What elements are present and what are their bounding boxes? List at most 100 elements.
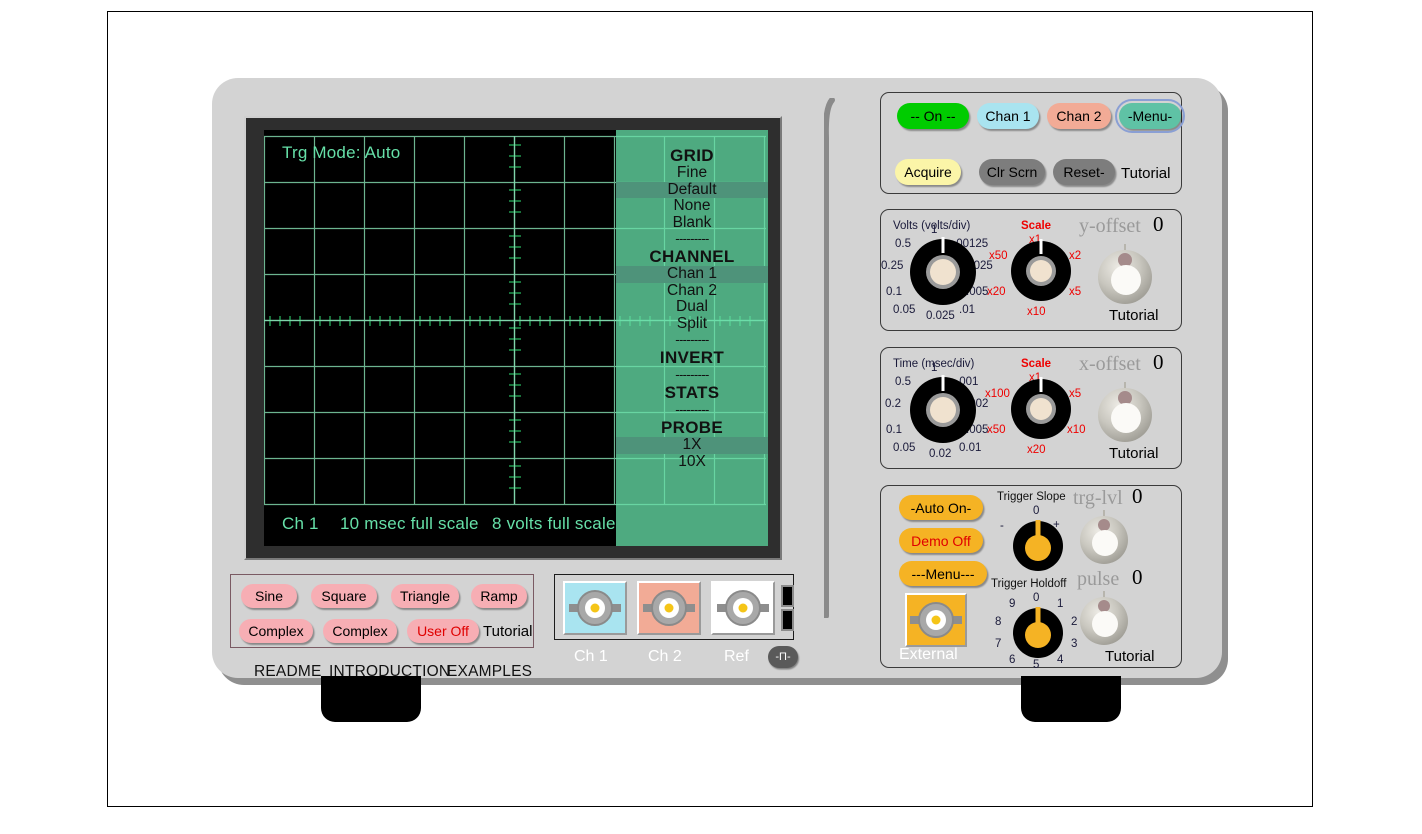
waveform-button-square[interactable]: Square bbox=[311, 584, 377, 608]
menu-heading-invert[interactable]: INVERT bbox=[616, 348, 768, 367]
pulse-value: 0 bbox=[1132, 565, 1143, 589]
ground-terminal-bottom[interactable] bbox=[781, 609, 794, 631]
trigger-auto-button[interactable]: -Auto On- bbox=[899, 495, 983, 520]
menu-item-chan-2[interactable]: Chan 2 bbox=[616, 282, 768, 300]
menu-heading-grid: GRID bbox=[670, 146, 714, 165]
waveform-button-complex-2[interactable]: Complex bbox=[323, 619, 397, 643]
trigger-mode-readout: Trg Mode: Auto bbox=[282, 143, 401, 162]
x-offset-label: x-offset bbox=[1079, 353, 1141, 375]
menu-item-default[interactable]: Default bbox=[616, 181, 768, 198]
trigger-tutorial-link[interactable]: Tutorial bbox=[1105, 648, 1154, 665]
trigger-menu-button[interactable]: ---Menu--- bbox=[899, 561, 987, 586]
trigger-level-label: trg-lvl bbox=[1073, 487, 1123, 509]
volts-scale-x20: x20 bbox=[987, 286, 1006, 298]
calibration-square-wave-button[interactable]: -Π- bbox=[768, 646, 798, 668]
display-button-on[interactable]: -- On -- bbox=[897, 103, 969, 129]
doc-link-introduction[interactable]: INTRODUCTION bbox=[329, 663, 450, 681]
slope-tick-minus: - bbox=[1000, 520, 1004, 532]
volts-per-div-knob[interactable] bbox=[907, 236, 979, 313]
display-tutorial-link[interactable]: Tutorial bbox=[1121, 165, 1170, 182]
y-offset-value: 0 bbox=[1153, 212, 1164, 236]
external-trigger-label: External bbox=[899, 646, 958, 663]
bnc-connector-panel bbox=[554, 574, 794, 640]
trigger-level-knob[interactable] bbox=[1076, 510, 1132, 571]
slope-tick-0: 0 bbox=[1033, 505, 1040, 517]
doc-link-examples[interactable]: EXAMPLES bbox=[447, 663, 532, 681]
bnc-socket-ref[interactable] bbox=[711, 581, 775, 635]
volts-scale-x50: x50 bbox=[989, 250, 1008, 262]
bnc-label-ch1: Ch 1 bbox=[574, 648, 608, 665]
crt-bezel: GRID Fine Default None Blank --------- C… bbox=[244, 116, 782, 560]
demo-mode-button[interactable]: Demo Off bbox=[899, 528, 983, 553]
display-button-chan-1[interactable]: Chan 1 bbox=[977, 103, 1039, 129]
display-button-chan-2[interactable]: Chan 2 bbox=[1047, 103, 1111, 129]
pulse-label: pulse bbox=[1077, 568, 1120, 590]
time-per-div-knob[interactable] bbox=[907, 374, 979, 451]
display-button-menu[interactable]: -Menu- bbox=[1115, 99, 1185, 133]
waveform-button-complex-1[interactable]: Complex bbox=[239, 619, 313, 643]
trigger-holdoff-knob[interactable] bbox=[1010, 605, 1066, 666]
time-tutorial-link[interactable]: Tutorial bbox=[1109, 445, 1158, 462]
bnc-icon-ref bbox=[717, 590, 769, 626]
menu-separator-2: --------- bbox=[675, 332, 709, 347]
time-scale-x50: x50 bbox=[987, 424, 1006, 436]
waveform-button-sine[interactable]: Sine bbox=[241, 584, 297, 608]
display-control-panel: -- On -- Chan 1 Chan 2 -Menu- Acquire Cl… bbox=[880, 92, 1185, 194]
menu-item-1x[interactable]: 1X bbox=[616, 436, 768, 454]
panel-divider bbox=[824, 98, 835, 618]
menu-item-none[interactable]: None bbox=[616, 197, 768, 215]
trigger-control-panel: -Auto On- Demo Off ---Menu--- External T… bbox=[880, 484, 1182, 671]
trigger-holdoff-title: Trigger Holdoff bbox=[991, 578, 1067, 590]
trigger-level-value: 0 bbox=[1132, 484, 1143, 508]
crt-screen[interactable]: GRID Fine Default None Blank --------- C… bbox=[264, 130, 768, 546]
waveform-tutorial-link[interactable]: Tutorial bbox=[483, 623, 532, 640]
external-trigger-socket[interactable] bbox=[905, 593, 967, 647]
volts-tick-0-1: 0.1 bbox=[886, 286, 902, 298]
menu-separator-3: --------- bbox=[675, 367, 709, 382]
menu-item-fine[interactable]: Fine bbox=[616, 164, 768, 182]
bnc-label-ref: Ref bbox=[724, 648, 749, 665]
volts-tick-1: 1 bbox=[931, 224, 938, 236]
volts-tutorial-link[interactable]: Tutorial bbox=[1109, 307, 1158, 324]
waveform-button-triangle[interactable]: Triangle bbox=[391, 584, 459, 608]
menu-item-dual[interactable]: Dual bbox=[616, 298, 768, 316]
x-offset-knob[interactable] bbox=[1094, 382, 1156, 449]
scope-foot-right bbox=[1021, 676, 1121, 722]
time-scale-title: Scale bbox=[1021, 358, 1052, 370]
menu-item-blank[interactable]: Blank bbox=[616, 214, 768, 232]
time-tick-1: 1 bbox=[931, 362, 938, 374]
y-offset-knob[interactable] bbox=[1094, 244, 1156, 311]
trigger-slope-knob[interactable] bbox=[1010, 518, 1066, 579]
status-timebase: 10 msec full scale bbox=[340, 514, 479, 533]
time-scale-x100: x100 bbox=[985, 388, 1010, 400]
pulse-knob[interactable] bbox=[1076, 591, 1132, 652]
menu-item-10x[interactable]: 10X bbox=[616, 453, 768, 471]
menu-separator-4: --------- bbox=[675, 402, 709, 417]
volts-control-panel: Volts (volts/div) 0.5 1 .00125 0.25 .002… bbox=[880, 209, 1182, 331]
time-tick-0-1: 0.1 bbox=[886, 424, 902, 436]
reset-button[interactable]: Reset- bbox=[1053, 159, 1115, 185]
waveform-button-user-off[interactable]: User Off bbox=[407, 619, 479, 643]
screen-menu-overlay[interactable]: GRID Fine Default None Blank --------- C… bbox=[616, 130, 768, 546]
doc-link-readme[interactable]: README bbox=[254, 663, 322, 681]
menu-heading-channel: CHANNEL bbox=[649, 247, 735, 266]
bnc-icon-ch1 bbox=[569, 590, 621, 626]
menu-heading-probe: PROBE bbox=[661, 418, 723, 437]
time-scale-knob[interactable] bbox=[1008, 376, 1074, 447]
menu-heading-stats[interactable]: STATS bbox=[616, 383, 768, 402]
bnc-socket-ch1[interactable] bbox=[563, 581, 627, 635]
holdoff-tick-0: 0 bbox=[1033, 592, 1040, 604]
waveform-button-ramp[interactable]: Ramp bbox=[471, 584, 527, 608]
menu-item-chan-1[interactable]: Chan 1 bbox=[616, 265, 768, 283]
ground-terminal-top[interactable] bbox=[781, 585, 794, 607]
volts-scale-knob[interactable] bbox=[1008, 238, 1074, 309]
status-channel: Ch 1 bbox=[282, 514, 319, 533]
bnc-socket-ch2[interactable] bbox=[637, 581, 701, 635]
menu-item-split[interactable]: Split bbox=[616, 315, 768, 333]
clear-screen-button[interactable]: Clr Scrn bbox=[979, 159, 1045, 185]
volts-scale-title: Scale bbox=[1021, 220, 1052, 232]
time-tick-0-2: 0.2 bbox=[885, 398, 901, 410]
volts-tick-0-25: 0.25 bbox=[881, 260, 904, 272]
acquire-button[interactable]: Acquire bbox=[895, 159, 961, 185]
screen-menu-list: GRID Fine Default None Blank --------- C… bbox=[616, 146, 768, 470]
